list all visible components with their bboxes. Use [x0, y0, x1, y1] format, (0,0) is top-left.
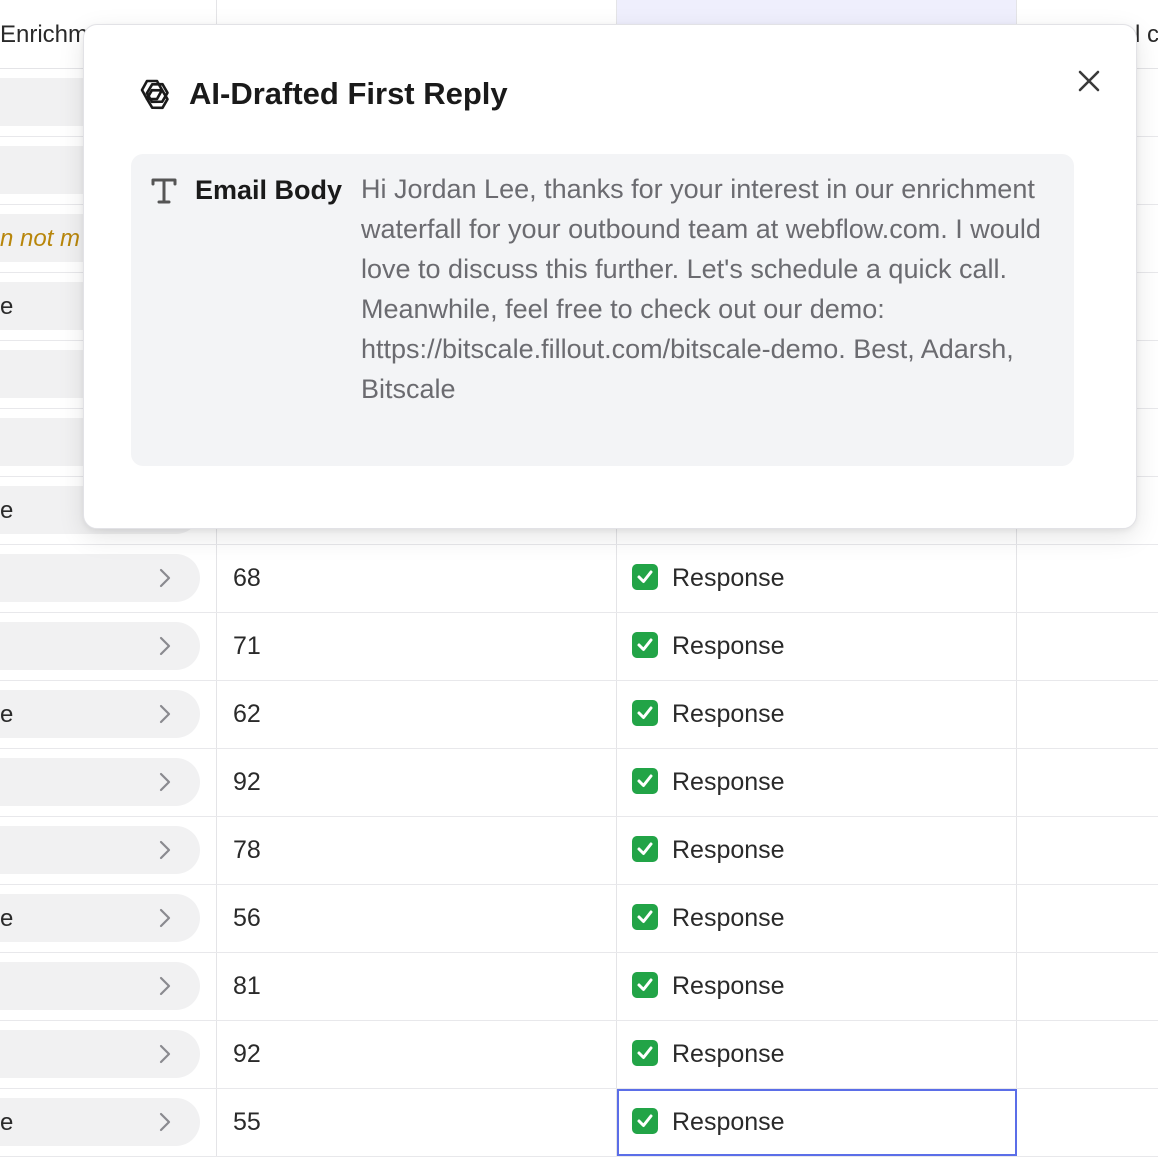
next-column-cell[interactable]: [1017, 953, 1158, 1020]
ai-reply-modal: AI-Drafted First Reply Email Body Hi Jor…: [83, 24, 1137, 529]
table-row[interactable]: e 62 Response: [0, 681, 1158, 749]
enrichment-value: e: [0, 1109, 14, 1136]
score-value: 62: [233, 700, 261, 728]
next-column-cell[interactable]: [1017, 817, 1158, 884]
enrichment-value: n not m: [0, 225, 81, 252]
next-column-cell[interactable]: [1017, 885, 1158, 952]
check-icon: [632, 972, 658, 998]
enrichment-value: e: [0, 497, 14, 524]
check-icon: [632, 632, 658, 658]
enrichment-value: e: [0, 293, 14, 320]
score-value: 55: [233, 1108, 261, 1136]
enrichment-cell[interactable]: [0, 613, 217, 680]
score-cell[interactable]: 68: [217, 545, 617, 612]
next-column-cell[interactable]: [1017, 613, 1158, 680]
enrichment-value: e: [0, 905, 14, 932]
table-row[interactable]: 71 Response: [0, 613, 1158, 681]
table-row[interactable]: e 55 Response: [0, 1089, 1158, 1157]
score-value: 92: [233, 768, 261, 796]
chevron-right-icon[interactable]: [154, 839, 176, 861]
check-icon: [632, 836, 658, 862]
next-column-cell[interactable]: [1017, 545, 1158, 612]
next-column-cell[interactable]: [1017, 681, 1158, 748]
score-cell[interactable]: 81: [217, 953, 617, 1020]
ai-reply-cell[interactable]: Response: [617, 885, 1017, 952]
enrichment-cell[interactable]: [0, 953, 217, 1020]
ai-reply-status: Response: [672, 836, 785, 864]
score-value: 92: [233, 1040, 261, 1068]
ai-reply-cell[interactable]: Response: [617, 613, 1017, 680]
score-value: 78: [233, 836, 261, 864]
score-cell[interactable]: 71: [217, 613, 617, 680]
enrichment-cell[interactable]: [0, 1021, 217, 1088]
enrichment-cell[interactable]: [0, 817, 217, 884]
check-icon: [632, 564, 658, 590]
score-value: 56: [233, 904, 261, 932]
chevron-right-icon[interactable]: [154, 975, 176, 997]
score-cell[interactable]: 56: [217, 885, 617, 952]
score-cell[interactable]: 62: [217, 681, 617, 748]
enrichment-value: e: [0, 701, 14, 728]
ai-reply-status: Response: [672, 564, 785, 592]
table-row[interactable]: e 56 Response: [0, 885, 1158, 953]
check-icon: [632, 1108, 658, 1134]
table-row[interactable]: 92 Response: [0, 1021, 1158, 1089]
email-body-field: Email Body Hi Jordan Lee, thanks for you…: [131, 154, 1074, 466]
column-header-label: l c: [1135, 21, 1158, 48]
ai-reply-cell[interactable]: Response: [617, 681, 1017, 748]
next-column-cell[interactable]: [1017, 1089, 1158, 1156]
chevron-right-icon[interactable]: [154, 635, 176, 657]
column-header-label: Enrichm: [0, 21, 89, 48]
next-column-cell[interactable]: [1017, 749, 1158, 816]
ai-reply-status: Response: [672, 1040, 785, 1068]
text-type-icon: [151, 178, 177, 204]
field-label: Email Body: [195, 175, 343, 205]
chevron-right-icon[interactable]: [154, 907, 176, 929]
score-cell[interactable]: 55: [217, 1089, 617, 1156]
table-row[interactable]: 92 Response: [0, 749, 1158, 817]
score-value: 68: [233, 564, 261, 592]
chevron-right-icon[interactable]: [154, 1111, 176, 1133]
ai-reply-status: Response: [672, 700, 785, 728]
chevron-right-icon[interactable]: [154, 771, 176, 793]
ai-reply-cell[interactable]: Response: [617, 953, 1017, 1020]
ai-reply-status: Response: [672, 632, 785, 660]
enrichment-cell[interactable]: e: [0, 885, 217, 952]
ai-reply-cell[interactable]: Response: [617, 545, 1017, 612]
check-icon: [632, 768, 658, 794]
enrichment-cell[interactable]: [0, 545, 217, 612]
score-cell[interactable]: 92: [217, 749, 617, 816]
ai-reply-status: Response: [672, 904, 785, 932]
ai-reply-status: Response: [672, 1108, 785, 1136]
openai-logo-icon: [140, 79, 169, 110]
check-icon: [632, 904, 658, 930]
score-cell[interactable]: 78: [217, 817, 617, 884]
score-value: 71: [233, 632, 261, 660]
email-body-text[interactable]: Hi Jordan Lee, thanks for your interest …: [361, 169, 1051, 409]
ai-reply-cell[interactable]: Response: [617, 817, 1017, 884]
table-row[interactable]: 78 Response: [0, 817, 1158, 885]
chevron-right-icon[interactable]: [154, 703, 176, 725]
check-icon: [632, 700, 658, 726]
table-row[interactable]: 68 Response: [0, 545, 1158, 613]
ai-reply-status: Response: [672, 768, 785, 796]
check-icon: [632, 1040, 658, 1066]
chevron-right-icon[interactable]: [154, 1043, 176, 1065]
enrichment-cell[interactable]: e: [0, 681, 217, 748]
enrichment-cell[interactable]: e: [0, 1089, 217, 1156]
next-column-cell[interactable]: [1017, 1021, 1158, 1088]
ai-reply-cell[interactable]: Response: [617, 1021, 1017, 1088]
table-row[interactable]: 81 Response: [0, 953, 1158, 1021]
ai-reply-cell[interactable]: Response: [617, 749, 1017, 816]
score-cell[interactable]: 92: [217, 1021, 617, 1088]
enrichment-cell[interactable]: [0, 749, 217, 816]
score-value: 81: [233, 972, 261, 1000]
app-viewport: Enrichm l c n not m e e 68 Response 71 Respons…: [0, 0, 1158, 1160]
close-icon[interactable]: [1067, 59, 1111, 103]
ai-reply-status: Response: [672, 972, 785, 1000]
chevron-right-icon[interactable]: [154, 567, 176, 589]
ai-reply-cell[interactable]: Response: [617, 1089, 1017, 1156]
modal-title: AI-Drafted First Reply: [189, 76, 508, 111]
